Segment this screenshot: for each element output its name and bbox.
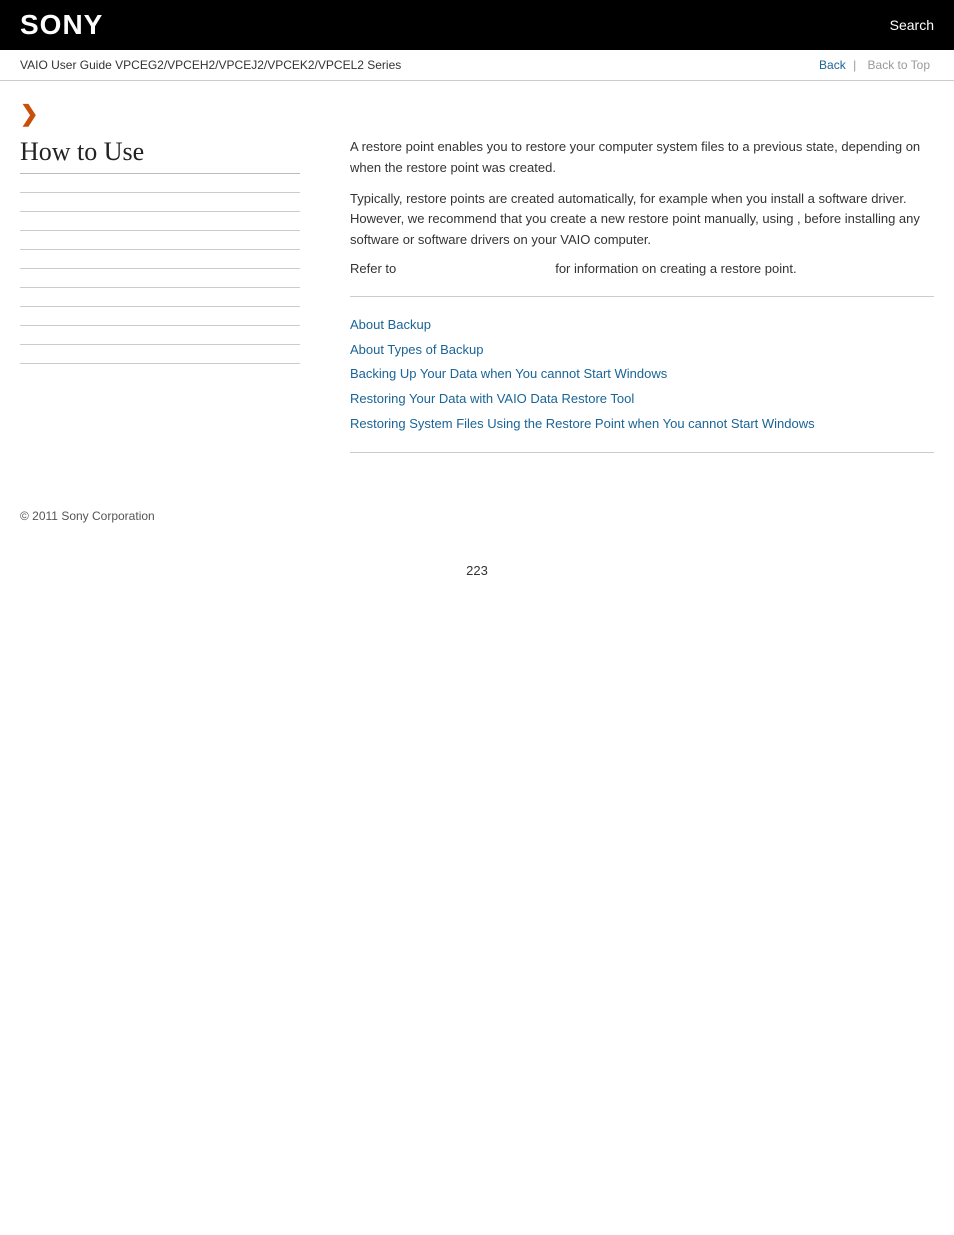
sony-logo: SONY — [20, 9, 103, 41]
nav-links: Back | Back to Top — [819, 58, 934, 72]
link-about-backup[interactable]: About Backup — [350, 313, 934, 338]
sidebar-title: How to Use — [20, 137, 300, 174]
sidebar-divider-8 — [20, 325, 300, 326]
sidebar-divider-5 — [20, 268, 300, 269]
sidebar-divider-3 — [20, 230, 300, 231]
sidebar-divider-10 — [20, 363, 300, 364]
page-number: 223 — [0, 543, 954, 598]
content-area: A restore point enables you to restore y… — [320, 137, 934, 469]
sidebar-divider-9 — [20, 344, 300, 345]
back-to-top-link[interactable]: Back to Top — [864, 58, 934, 72]
back-link[interactable]: Back — [819, 58, 846, 72]
sidebar: How to Use — [20, 137, 320, 469]
footer: © 2011 Sony Corporation — [0, 469, 954, 543]
copyright-text: © 2011 Sony Corporation — [20, 509, 155, 523]
breadcrumb-text: VAIO User Guide VPCEG2/VPCEH2/VPCEJ2/VPC… — [20, 58, 401, 72]
main-layout: How to Use A restore point enables you t… — [0, 137, 954, 469]
link-restoring-system-files[interactable]: Restoring System Files Using the Restore… — [350, 412, 934, 437]
content-paragraph-1: A restore point enables you to restore y… — [350, 137, 934, 179]
links-section: About Backup About Types of Backup Backi… — [350, 313, 934, 436]
link-backing-up-data[interactable]: Backing Up Your Data when You cannot Sta… — [350, 362, 934, 387]
link-about-types-of-backup[interactable]: About Types of Backup — [350, 338, 934, 363]
content-refer: Refer to for information on creating a r… — [350, 261, 934, 276]
content-divider-bottom — [350, 452, 934, 453]
content-divider-top — [350, 296, 934, 297]
chevron-area: ❯ — [0, 81, 954, 137]
sidebar-divider-7 — [20, 306, 300, 307]
sidebar-divider-2 — [20, 211, 300, 212]
sidebar-divider-6 — [20, 287, 300, 288]
header: SONY Search — [0, 0, 954, 50]
chevron-right-icon: ❯ — [20, 101, 38, 126]
search-button[interactable]: Search — [890, 17, 934, 33]
sidebar-divider-4 — [20, 249, 300, 250]
content-paragraph-2: Typically, restore points are created au… — [350, 189, 934, 251]
breadcrumb-bar: VAIO User Guide VPCEG2/VPCEH2/VPCEJ2/VPC… — [0, 50, 954, 81]
link-restoring-data[interactable]: Restoring Your Data with VAIO Data Resto… — [350, 387, 934, 412]
sidebar-divider-1 — [20, 192, 300, 193]
